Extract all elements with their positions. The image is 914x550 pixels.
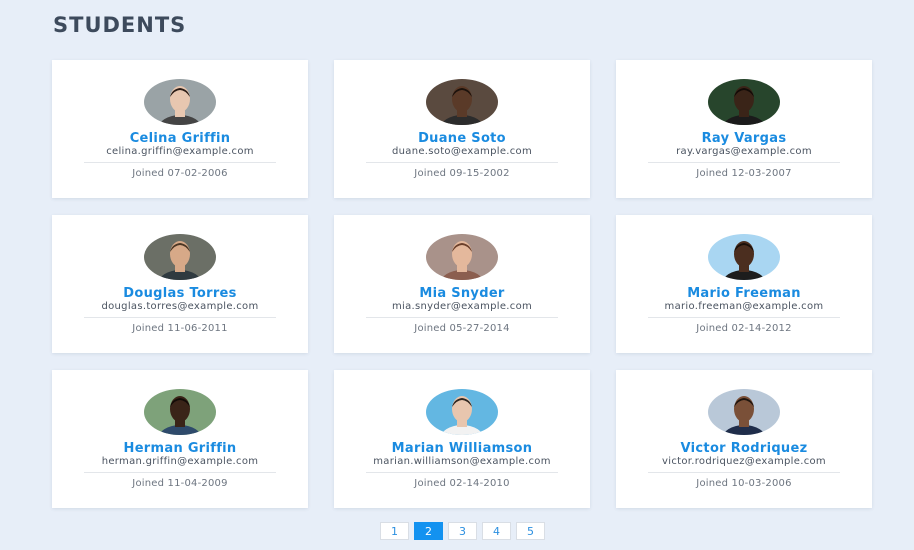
joined-date: Joined 07-02-2006 — [132, 168, 228, 179]
avatar — [144, 389, 216, 435]
avatar — [144, 234, 216, 280]
avatar — [708, 389, 780, 435]
student-card[interactable]: Mia Snyder mia.snyder@example.com Joined 0… — [334, 215, 590, 353]
pagination: 12345 — [380, 522, 545, 540]
page-title: STUDENTS — [53, 13, 187, 37]
joined-date: Joined 02-14-2012 — [696, 323, 792, 334]
joined-date: Joined 11-04-2009 — [132, 478, 228, 489]
student-email: celina.griffin@example.com — [106, 146, 254, 157]
student-card[interactable]: Douglas Torres douglas.torres@example.com… — [52, 215, 308, 353]
page-button-5[interactable]: 5 — [516, 522, 545, 540]
divider — [84, 162, 276, 163]
student-name[interactable]: Victor Rodriquez — [616, 441, 872, 456]
divider — [366, 317, 558, 318]
joined-date: Joined 11-06-2011 — [132, 323, 228, 334]
avatar — [708, 234, 780, 280]
student-name[interactable]: Marian Williamson — [334, 441, 590, 456]
page-button-4[interactable]: 4 — [482, 522, 511, 540]
student-email: ray.vargas@example.com — [676, 146, 812, 157]
avatar — [708, 79, 780, 125]
student-grid: Celina Griffin celina.griffin@example.com… — [52, 60, 872, 508]
student-name[interactable]: Douglas Torres — [52, 286, 308, 301]
divider — [84, 472, 276, 473]
joined-date: Joined 02-14-2010 — [414, 478, 510, 489]
divider — [648, 162, 840, 163]
joined-date: Joined 12-03-2007 — [696, 168, 792, 179]
student-name[interactable]: Mario Freeman — [616, 286, 872, 301]
student-name[interactable]: Duane Soto — [334, 131, 590, 146]
student-email: victor.rodriquez@example.com — [662, 456, 826, 467]
student-card[interactable]: Ray Vargas ray.vargas@example.com Joined 1… — [616, 60, 872, 198]
student-card[interactable]: Marian Williamson marian.williamson@examp… — [334, 370, 590, 508]
student-name[interactable]: Ray Vargas — [616, 131, 872, 146]
student-email: douglas.torres@example.com — [101, 301, 259, 312]
student-name[interactable]: Celina Griffin — [52, 131, 308, 146]
student-card[interactable]: Duane Soto duane.soto@example.com Joined 0… — [334, 60, 590, 198]
student-card[interactable]: Mario Freeman mario.freeman@example.com Jo… — [616, 215, 872, 353]
avatar — [144, 79, 216, 125]
student-email: marian.williamson@example.com — [373, 456, 551, 467]
divider — [366, 472, 558, 473]
student-card[interactable]: Celina Griffin celina.griffin@example.com… — [52, 60, 308, 198]
joined-date: Joined 10-03-2006 — [696, 478, 792, 489]
page-button-1[interactable]: 1 — [380, 522, 409, 540]
divider — [84, 317, 276, 318]
joined-date: Joined 05-27-2014 — [414, 323, 510, 334]
student-email: duane.soto@example.com — [391, 146, 533, 157]
divider — [648, 472, 840, 473]
divider — [648, 317, 840, 318]
student-name[interactable]: Mia Snyder — [334, 286, 590, 301]
student-card[interactable]: Herman Griffin herman.griffin@example.com… — [52, 370, 308, 508]
avatar — [426, 79, 498, 125]
page-button-3[interactable]: 3 — [448, 522, 477, 540]
avatar — [426, 234, 498, 280]
student-card[interactable]: Victor Rodriquez victor.rodriquez@example… — [616, 370, 872, 508]
student-email: herman.griffin@example.com — [101, 456, 259, 467]
page-button-2[interactable]: 2 — [414, 522, 443, 540]
avatar — [426, 389, 498, 435]
student-email: mia.snyder@example.com — [391, 301, 533, 312]
student-name[interactable]: Herman Griffin — [52, 441, 308, 456]
joined-date: Joined 09-15-2002 — [414, 168, 510, 179]
student-email: mario.freeman@example.com — [664, 301, 824, 312]
divider — [366, 162, 558, 163]
